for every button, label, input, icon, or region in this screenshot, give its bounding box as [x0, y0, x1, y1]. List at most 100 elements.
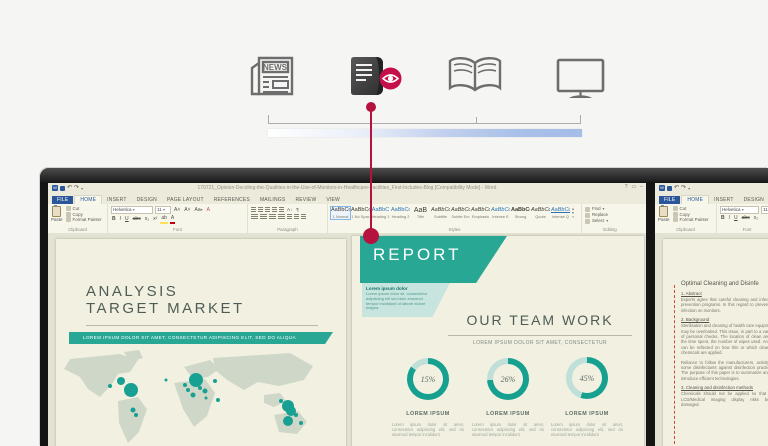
- shading-icon[interactable]: [294, 214, 299, 220]
- restore-icon[interactable]: ▭: [631, 184, 636, 190]
- subscript-button[interactable]: x₂: [753, 215, 759, 222]
- mode-slider-bar[interactable]: [268, 129, 582, 137]
- align-center-icon[interactable]: [260, 214, 267, 220]
- page-cleaning-doc[interactable]: Optimal Cleaning and Disinfe 1. Abstract…: [663, 239, 768, 446]
- ribbon-tabs-2: FILE HOME INSERT DESIGN PAGE LAYOUT: [655, 193, 768, 204]
- highlight-button[interactable]: ab: [160, 215, 168, 224]
- donut-caption-1: LOREM IPSUM: [388, 411, 468, 417]
- tab-design[interactable]: DESIGN: [739, 196, 768, 204]
- justify-icon[interactable]: [278, 214, 285, 220]
- font-size-combo[interactable]: 11: [761, 206, 768, 214]
- paste-button[interactable]: Paste: [51, 206, 63, 225]
- redo-icon[interactable]: ↷: [681, 185, 686, 191]
- italic-button[interactable]: I: [728, 215, 731, 222]
- select-button[interactable]: Select ▾: [585, 218, 636, 224]
- style-heading1[interactable]: AaBbCHeading 1: [371, 207, 390, 219]
- strikethrough-button[interactable]: abc: [132, 216, 142, 223]
- style-intense-emphasis[interactable]: AaBbCcIntense E: [491, 207, 510, 219]
- titlebar-2[interactable]: W ↶ ↷ ▾: [655, 183, 768, 193]
- open-book-icon[interactable]: [446, 55, 504, 100]
- qat-more-icon[interactable]: ▾: [688, 186, 690, 191]
- style-quote[interactable]: AaBbCcQuote: [531, 207, 550, 219]
- subscript-button[interactable]: x₂: [144, 216, 150, 223]
- font-name-combo[interactable]: Helvetica ▾: [720, 206, 759, 214]
- style-title[interactable]: AaBTitle: [411, 207, 430, 219]
- pilcrow-icon[interactable]: ¶: [295, 206, 299, 213]
- font-size-combo[interactable]: 11 ▾: [155, 206, 171, 214]
- newspaper-icon[interactable]: NEWS: [248, 54, 296, 103]
- tab-file[interactable]: FILE: [659, 196, 680, 204]
- quick-access-toolbar-2[interactable]: W ↶ ↷ ▾: [659, 185, 690, 191]
- change-case-button[interactable]: Aa▾: [194, 206, 204, 214]
- bold-button[interactable]: B: [111, 216, 117, 223]
- cut-icon: [673, 206, 678, 211]
- page-report[interactable]: REPORT Lorem ipsum dolor Lorem ipsum dol…: [352, 236, 644, 446]
- superscript-button[interactable]: x²: [152, 216, 158, 223]
- align-left-icon[interactable]: [251, 214, 258, 220]
- tab-page-layout[interactable]: PAGE LAYOUT: [162, 196, 209, 204]
- borders-icon[interactable]: [301, 214, 306, 220]
- sort-icon[interactable]: A↓: [286, 206, 293, 213]
- minimize-icon[interactable]: –: [640, 184, 643, 190]
- screen: W ↶ ↷ ▾ 170721_Opinion-Deciding-the-Qual…: [48, 183, 768, 446]
- font-color-button[interactable]: A: [170, 215, 175, 224]
- tab-view[interactable]: VIEW: [321, 196, 345, 204]
- style-subtle-emphasis[interactable]: AaBbCcSubtle Em: [451, 207, 470, 219]
- copy-icon: [66, 212, 71, 217]
- document-canvas-2[interactable]: Optimal Cleaning and Disinfe 1. Abstract…: [655, 233, 768, 446]
- underline-button[interactable]: U: [733, 215, 739, 222]
- shrink-font-button[interactable]: A˅: [183, 207, 191, 214]
- multilevel-list-icon[interactable]: [265, 207, 270, 213]
- help-icon[interactable]: ?: [625, 184, 628, 190]
- tab-insert[interactable]: INSERT: [709, 196, 738, 204]
- format-painter-icon: [673, 217, 678, 222]
- document-canvas[interactable]: ANALYSIS TARGET MARKET LOREM IPSUM DOLOR…: [48, 233, 646, 446]
- tab-references[interactable]: REFERENCES: [209, 196, 255, 204]
- mode-slider-track[interactable]: [268, 123, 581, 124]
- window-controls[interactable]: ? ▭ –: [625, 184, 643, 190]
- line-spacing-icon[interactable]: [287, 214, 292, 220]
- underline-button[interactable]: U: [124, 216, 130, 223]
- increase-indent-icon[interactable]: [279, 207, 284, 213]
- align-right-icon[interactable]: [269, 214, 276, 220]
- paste-button[interactable]: Paste: [658, 206, 670, 225]
- eye-badge-icon: [379, 67, 402, 95]
- ribbon-tabs: FILE HOME INSERT DESIGN PAGE LAYOUT REFE…: [48, 193, 646, 204]
- section-heading: 1. Abstract: [681, 291, 768, 296]
- styles-scroll[interactable]: ▴ ▾ ▿: [572, 207, 574, 219]
- titlebar[interactable]: W ↶ ↷ ▾ 170721_Opinion-Deciding-the-Qual…: [48, 183, 646, 193]
- tab-insert[interactable]: INSERT: [102, 196, 131, 204]
- save-icon[interactable]: [667, 186, 672, 191]
- strikethrough-button[interactable]: abc: [741, 215, 751, 222]
- style-strong[interactable]: AaBbCcStrong: [511, 207, 530, 219]
- style-no-spacing[interactable]: AaBbCcI1 No Spac: [351, 207, 370, 219]
- grow-font-button[interactable]: A˄: [173, 207, 181, 214]
- doc2-title: Optimal Cleaning and Disinfe: [681, 281, 768, 287]
- decrease-indent-icon[interactable]: [272, 207, 277, 213]
- bold-button[interactable]: B: [720, 215, 726, 222]
- tab-home[interactable]: HOME: [74, 195, 102, 204]
- tab-review[interactable]: REVIEW: [290, 196, 321, 204]
- style-emphasis[interactable]: AaBbCcEmphasis: [471, 207, 490, 219]
- undo-icon[interactable]: ↶: [674, 185, 679, 191]
- numbering-icon[interactable]: [258, 207, 263, 213]
- monitor-icon[interactable]: [556, 58, 606, 105]
- format-painter-button[interactable]: Format Painter: [673, 217, 709, 223]
- tab-file[interactable]: FILE: [52, 196, 73, 204]
- bullets-icon[interactable]: [251, 207, 256, 213]
- style-intense-quote[interactable]: AaBbCcIntense Q: [551, 207, 570, 219]
- format-painter-button[interactable]: Format Painter: [66, 217, 102, 223]
- style-subtitle[interactable]: AaBbCcSubtitle: [431, 207, 450, 219]
- style-heading2[interactable]: AaBbCcHeading 2: [391, 207, 410, 219]
- tab-mailings[interactable]: MAILINGS: [255, 196, 291, 204]
- style-normal[interactable]: AaBbCcI1 Normal: [331, 207, 350, 219]
- donut-caption-2: LOREM IPSUM: [468, 411, 548, 417]
- clear-format-button[interactable]: A: [206, 207, 211, 214]
- tab-design[interactable]: DESIGN: [132, 196, 162, 204]
- italic-button[interactable]: I: [119, 216, 122, 223]
- page-analysis[interactable]: ANALYSIS TARGET MARKET LOREM IPSUM DOLOR…: [56, 239, 346, 446]
- pointer-dot-top: [366, 102, 376, 112]
- font-name-combo[interactable]: Helvetica ▾: [111, 206, 153, 214]
- donut-text-1: Lorem ipsum dolor sit amet, consectetur …: [392, 422, 464, 440]
- tab-home[interactable]: HOME: [681, 195, 709, 204]
